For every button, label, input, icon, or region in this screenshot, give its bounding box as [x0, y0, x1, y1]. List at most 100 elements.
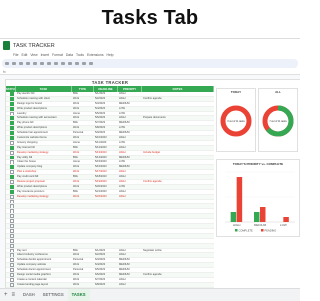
- italic-icon[interactable]: [68, 62, 72, 65]
- status-checkbox[interactable]: [10, 204, 14, 208]
- menu-item-data[interactable]: Data: [66, 53, 73, 57]
- date-cell[interactable]: 5/22/2023: [94, 195, 118, 199]
- task-cell[interactable]: Schedule meeting with accountant: [16, 116, 72, 120]
- menu-item-file[interactable]: File: [13, 53, 18, 57]
- task-cell[interactable]: Write product descriptions: [16, 185, 72, 189]
- notes-cell[interactable]: Include budget: [142, 151, 214, 155]
- date-cell[interactable]: 5/3/2023: [94, 102, 118, 106]
- type-cell[interactable]: Personal: [72, 131, 94, 135]
- status-checkbox[interactable]: [10, 97, 14, 101]
- type-cell[interactable]: Work: [72, 107, 94, 111]
- priority-cell[interactable]: LOW: [118, 107, 142, 111]
- status-checkbox[interactable]: [10, 146, 14, 150]
- priority-cell[interactable]: MEDIUM: [118, 268, 142, 272]
- task-cell[interactable]: Clean the house: [16, 160, 72, 164]
- priority-cell[interactable]: MEDIUM: [118, 131, 142, 135]
- priority-cell[interactable]: LOW: [118, 185, 142, 189]
- date-cell[interactable]: 6/8/2023: [94, 283, 118, 287]
- type-cell[interactable]: Work: [72, 185, 94, 189]
- status-checkbox[interactable]: [10, 180, 14, 184]
- task-cell[interactable]: Develop marketing strategy: [16, 195, 72, 199]
- status-cell[interactable]: [6, 141, 16, 145]
- status-cell[interactable]: [6, 102, 16, 106]
- status-cell[interactable]: [6, 219, 16, 223]
- bold-icon[interactable]: [61, 62, 65, 65]
- date-cell[interactable]: 6/3/2023: [94, 258, 118, 262]
- status-checkbox[interactable]: [10, 107, 14, 111]
- status-cell[interactable]: [6, 131, 16, 135]
- status-cell[interactable]: [6, 214, 16, 218]
- status-cell[interactable]: [6, 175, 16, 179]
- task-cell[interactable]: Customize website theme: [16, 136, 72, 140]
- priority-cell[interactable]: LOW: [118, 112, 142, 116]
- type-cell[interactable]: Work: [72, 278, 94, 282]
- notes-cell[interactable]: [142, 263, 214, 267]
- status-checkbox[interactable]: [10, 116, 14, 120]
- tab-tasks[interactable]: TASKS: [68, 289, 90, 301]
- type-cell[interactable]: Work: [72, 273, 94, 277]
- status-cell[interactable]: [6, 97, 16, 101]
- notes-cell[interactable]: Confirm agenda: [142, 273, 214, 277]
- paint-format-icon[interactable]: [26, 62, 30, 65]
- task-cell[interactable]: Pay phone bill: [16, 121, 72, 125]
- type-cell[interactable]: Bills: [72, 146, 94, 150]
- currency-icon[interactable]: [40, 62, 44, 65]
- notes-cell[interactable]: Confirm agenda: [142, 97, 214, 101]
- list-icon[interactable]: ≡: [12, 292, 16, 298]
- status-cell[interactable]: [6, 263, 16, 267]
- menu-item-edit[interactable]: Edit: [21, 53, 27, 57]
- date-cell[interactable]: 5/18/2023: [94, 175, 118, 179]
- priority-cell[interactable]: HIGH: [118, 116, 142, 120]
- date-cell[interactable]: 6/6/2023: [94, 273, 118, 277]
- type-cell[interactable]: Work: [72, 283, 94, 287]
- status-checkbox[interactable]: [10, 92, 14, 96]
- task-cell[interactable]: Pay utility bill: [16, 156, 72, 160]
- type-cell[interactable]: Work: [72, 102, 94, 106]
- status-cell[interactable]: [6, 121, 16, 125]
- priority-cell[interactable]: HIGH: [118, 195, 142, 199]
- type-cell[interactable]: Home: [72, 112, 94, 116]
- task-cell[interactable]: Update company blog: [16, 165, 72, 169]
- status-cell[interactable]: [6, 200, 16, 204]
- task-cell[interactable]: Design social media graphics: [16, 273, 72, 277]
- status-cell[interactable]: [6, 273, 16, 277]
- notes-cell[interactable]: Confirm agenda: [142, 180, 214, 184]
- percent-icon[interactable]: [47, 62, 51, 65]
- type-cell[interactable]: Work: [72, 126, 94, 130]
- status-checkbox[interactable]: [10, 268, 14, 272]
- status-checkbox[interactable]: [10, 112, 14, 116]
- date-cell[interactable]: 6/1/2023: [94, 249, 118, 253]
- notes-cell[interactable]: [142, 156, 214, 160]
- date-cell[interactable]: 6/5/2023: [94, 268, 118, 272]
- date-cell[interactable]: 5/9/2023: [94, 131, 118, 135]
- status-checkbox[interactable]: [10, 224, 14, 228]
- notes-cell[interactable]: [142, 170, 214, 174]
- date-cell[interactable]: 5/5/2023: [94, 112, 118, 116]
- priority-cell[interactable]: MEDIUM: [118, 156, 142, 160]
- status-checkbox[interactable]: [10, 283, 14, 287]
- notes-cell[interactable]: [142, 131, 214, 135]
- date-cell[interactable]: 5/7/2023: [94, 121, 118, 125]
- notes-cell[interactable]: [142, 92, 214, 96]
- notes-cell[interactable]: [142, 160, 214, 164]
- status-checkbox[interactable]: [10, 195, 14, 199]
- task-cell[interactable]: Pay electric bill: [16, 92, 72, 96]
- zoom-select[interactable]: [33, 62, 37, 65]
- status-cell[interactable]: [6, 258, 16, 262]
- type-cell[interactable]: Work: [72, 116, 94, 120]
- date-cell[interactable]: 5/2/2023: [94, 97, 118, 101]
- date-cell[interactable]: 6/4/2023: [94, 263, 118, 267]
- status-cell[interactable]: [6, 151, 16, 155]
- type-cell[interactable]: Home: [72, 141, 94, 145]
- priority-cell[interactable]: HIGH: [118, 180, 142, 184]
- priority-cell[interactable]: MEDIUM: [118, 102, 142, 106]
- status-checkbox[interactable]: [10, 126, 14, 130]
- menu-item-format[interactable]: Format: [52, 53, 63, 57]
- status-cell[interactable]: [6, 278, 16, 282]
- print-icon[interactable]: [19, 62, 23, 65]
- status-checkbox[interactable]: [10, 156, 14, 160]
- notes-cell[interactable]: [142, 253, 214, 257]
- status-cell[interactable]: [6, 136, 16, 140]
- status-checkbox[interactable]: [10, 258, 14, 262]
- task-cell[interactable]: Grocery shopping: [16, 141, 72, 145]
